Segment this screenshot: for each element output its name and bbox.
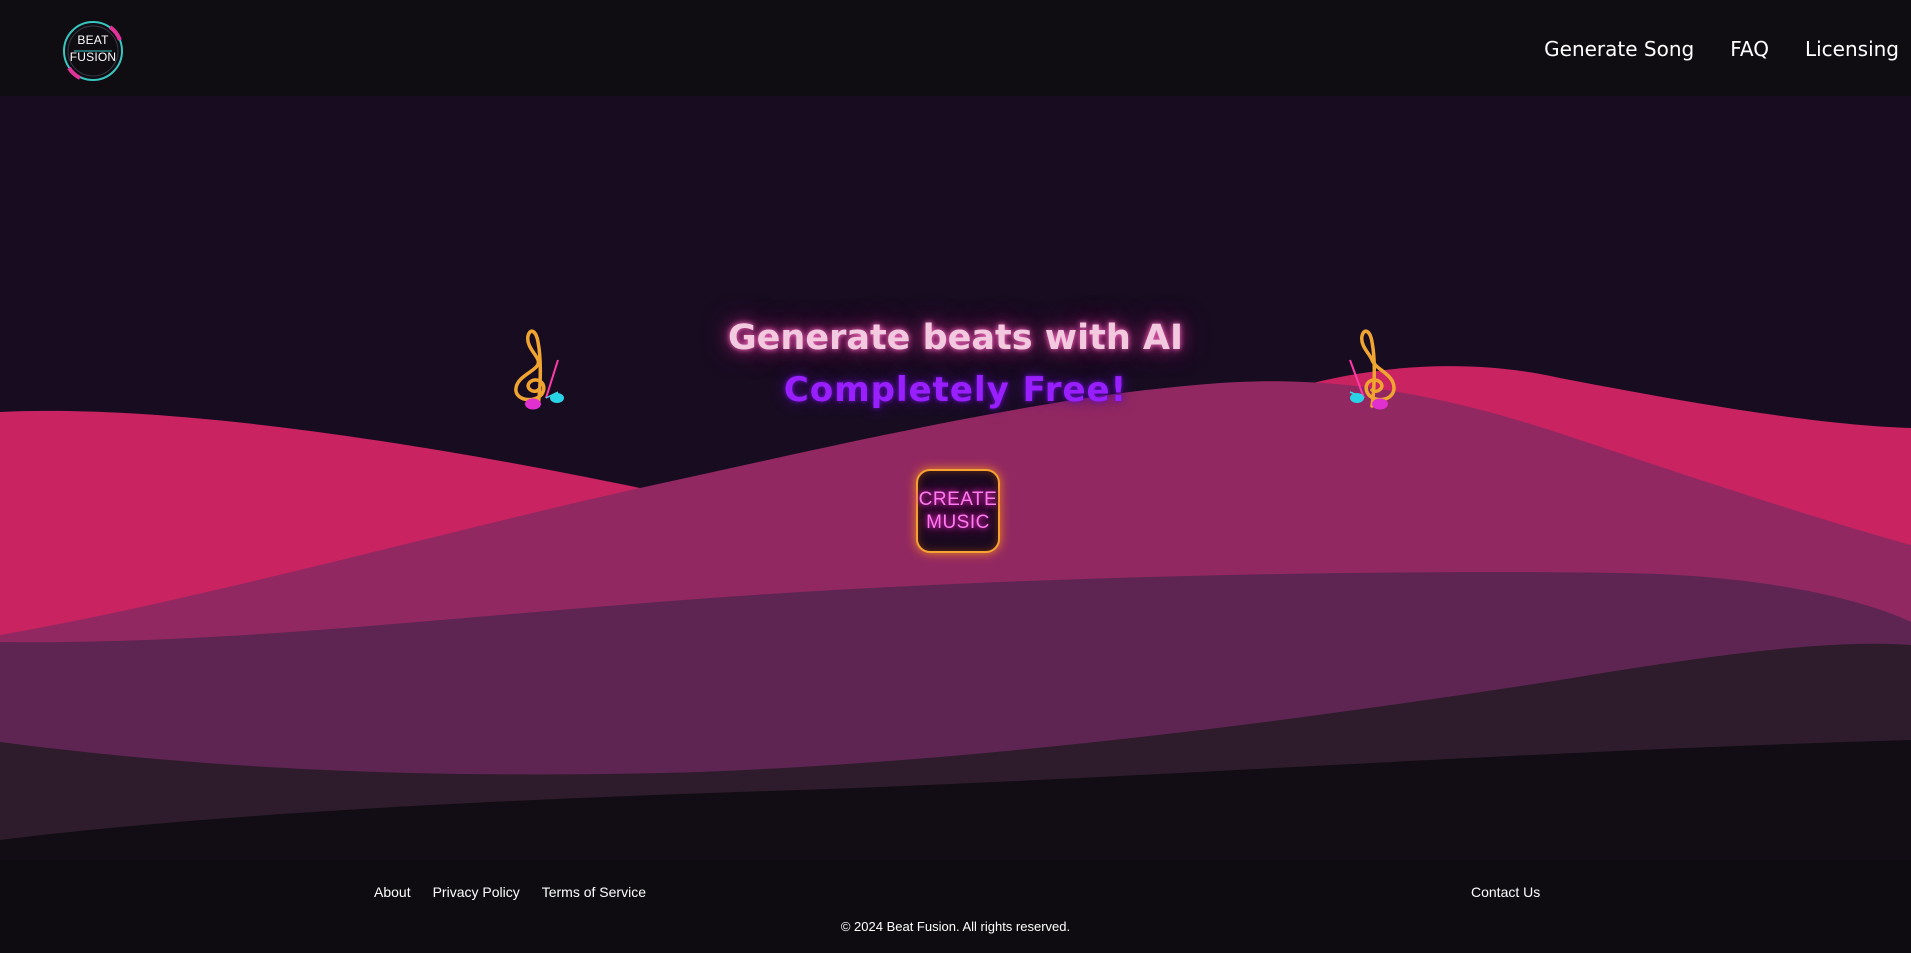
page: BEAT FUSION Generate Song FAQ Licensing … — [0, 0, 1911, 953]
create-music-line-2: MUSIC — [926, 512, 990, 533]
hero-title: Generate beats with AI — [727, 318, 1184, 358]
logo-text: BEAT FUSION — [60, 32, 126, 66]
site-footer: About Privacy Policy Terms of Service Co… — [0, 860, 1911, 953]
footer-link-terms-of-service[interactable]: Terms of Service — [542, 884, 646, 900]
nav-licensing[interactable]: Licensing — [1805, 37, 1899, 61]
logo[interactable]: BEAT FUSION — [60, 18, 126, 84]
site-header: BEAT FUSION Generate Song FAQ Licensing — [0, 0, 1911, 96]
main-nav: Generate Song FAQ Licensing — [1544, 37, 1899, 61]
nav-generate-song[interactable]: Generate Song — [1544, 37, 1694, 61]
footer-links: About Privacy Policy Terms of Service — [374, 884, 646, 900]
nav-faq[interactable]: FAQ — [1730, 37, 1769, 61]
copyright-text: © 2024 Beat Fusion. All rights reserved. — [840, 919, 1071, 934]
footer-link-privacy-policy[interactable]: Privacy Policy — [433, 884, 520, 900]
create-music-button[interactable]: CREATE MUSIC — [916, 469, 1000, 553]
logo-line-1: BEAT — [77, 33, 109, 47]
hero-subtitle: Completely Free! — [783, 370, 1128, 410]
footer-link-contact-us[interactable]: Contact Us — [1471, 884, 1540, 900]
logo-line-2: FUSION — [69, 50, 117, 64]
footer-link-about[interactable]: About — [374, 884, 411, 900]
create-music-line-1: CREATE — [918, 489, 998, 510]
